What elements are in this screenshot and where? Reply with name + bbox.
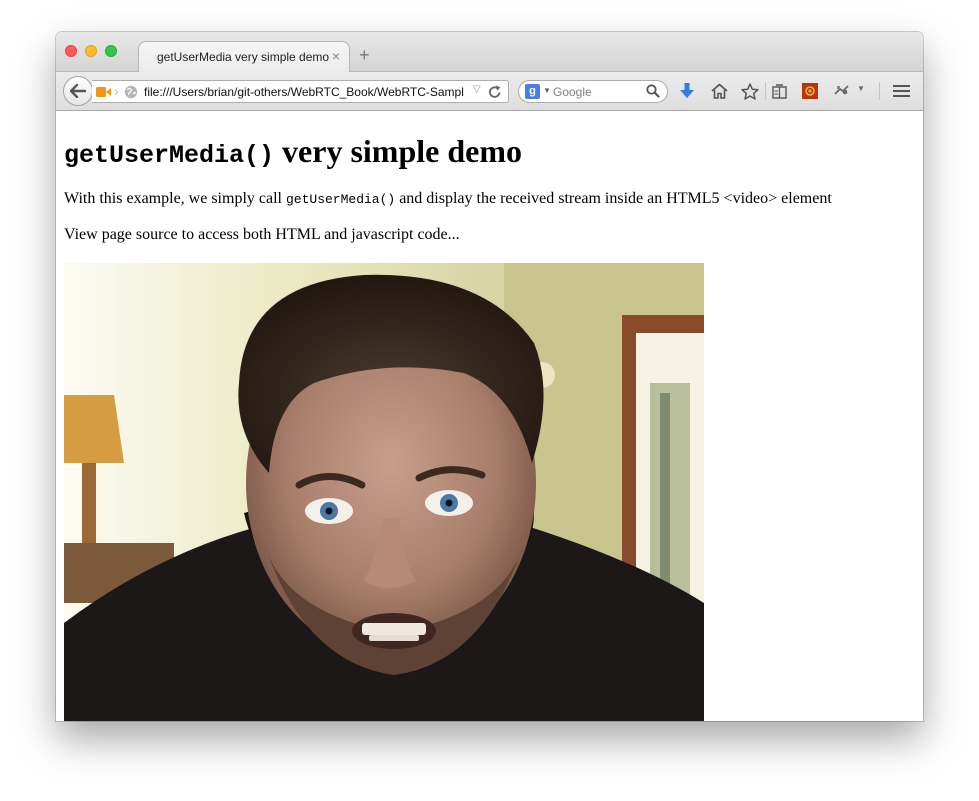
home-button[interactable] — [709, 81, 729, 101]
search-icon[interactable] — [646, 84, 660, 98]
window-zoom-button[interactable] — [105, 45, 117, 57]
engine-dropdown-icon[interactable]: ▼ — [543, 86, 551, 95]
webcam-frame — [64, 263, 704, 721]
intro-text-after: and display the received stream inside a… — [395, 190, 832, 207]
search-input[interactable] — [553, 84, 643, 99]
tab-close-icon[interactable]: × — [332, 48, 340, 64]
page-content: getUserMedia() very simple demo With thi… — [56, 111, 923, 721]
navigation-toolbar: › file:///Users/brian/git-others/WebRTC_… — [56, 72, 923, 111]
new-tab-button[interactable]: + — [359, 46, 370, 64]
reload-icon[interactable] — [488, 84, 502, 100]
developer-icon — [834, 85, 849, 95]
title-bar: getUserMedia very simple demo × + — [56, 32, 923, 72]
url-dropdown-icon[interactable]: ▽ — [473, 84, 481, 95]
camera-icon[interactable] — [96, 86, 112, 98]
menu-icon — [892, 85, 910, 97]
browser-window: getUserMedia very simple demo × + › file… — [56, 32, 923, 721]
toolbar-divider — [879, 82, 880, 100]
tab-title: getUserMedia very simple demo — [157, 50, 330, 64]
back-button[interactable] — [63, 76, 93, 106]
page-title-code: getUserMedia() — [64, 141, 275, 170]
tab-active[interactable]: getUserMedia very simple demo × — [138, 41, 350, 72]
star-icon — [741, 82, 759, 100]
globe-icon[interactable] — [124, 85, 138, 99]
intro-paragraph: With this example, we simply call getUse… — [64, 190, 832, 208]
intro-code: getUserMedia() — [285, 192, 396, 207]
window-minimize-button[interactable] — [85, 45, 97, 57]
url-text[interactable]: file:///Users/brian/git-others/WebRTC_Bo… — [144, 85, 466, 99]
reading-list-button[interactable] — [769, 81, 789, 101]
addon-icon — [802, 83, 818, 99]
google-engine-icon[interactable]: g — [525, 84, 540, 99]
menu-button[interactable] — [891, 81, 911, 101]
toolbar-divider — [765, 82, 766, 100]
bookmark-button[interactable] — [740, 81, 760, 101]
developer-dropdown-icon[interactable]: ▼ — [857, 84, 865, 93]
page-title-text: very simple demo — [274, 133, 522, 169]
window-close-button[interactable] — [65, 45, 77, 57]
page-title: getUserMedia() very simple demo — [64, 132, 522, 175]
identity-separator-icon: › — [114, 83, 119, 99]
back-arrow-icon — [70, 84, 86, 98]
addon-button[interactable] — [800, 81, 820, 101]
home-icon — [710, 83, 728, 99]
video-stream[interactable] — [64, 263, 704, 721]
source-note: View page source to access both HTML and… — [64, 226, 460, 243]
reading-list-icon — [771, 83, 787, 99]
download-button[interactable] — [677, 81, 697, 101]
developer-button[interactable] — [832, 81, 852, 101]
search-bar[interactable]: g ▼ — [518, 80, 668, 103]
intro-text-before: With this example, we simply call — [64, 190, 286, 207]
download-icon — [680, 83, 694, 98]
url-bar[interactable]: › file:///Users/brian/git-others/WebRTC_… — [92, 80, 509, 103]
